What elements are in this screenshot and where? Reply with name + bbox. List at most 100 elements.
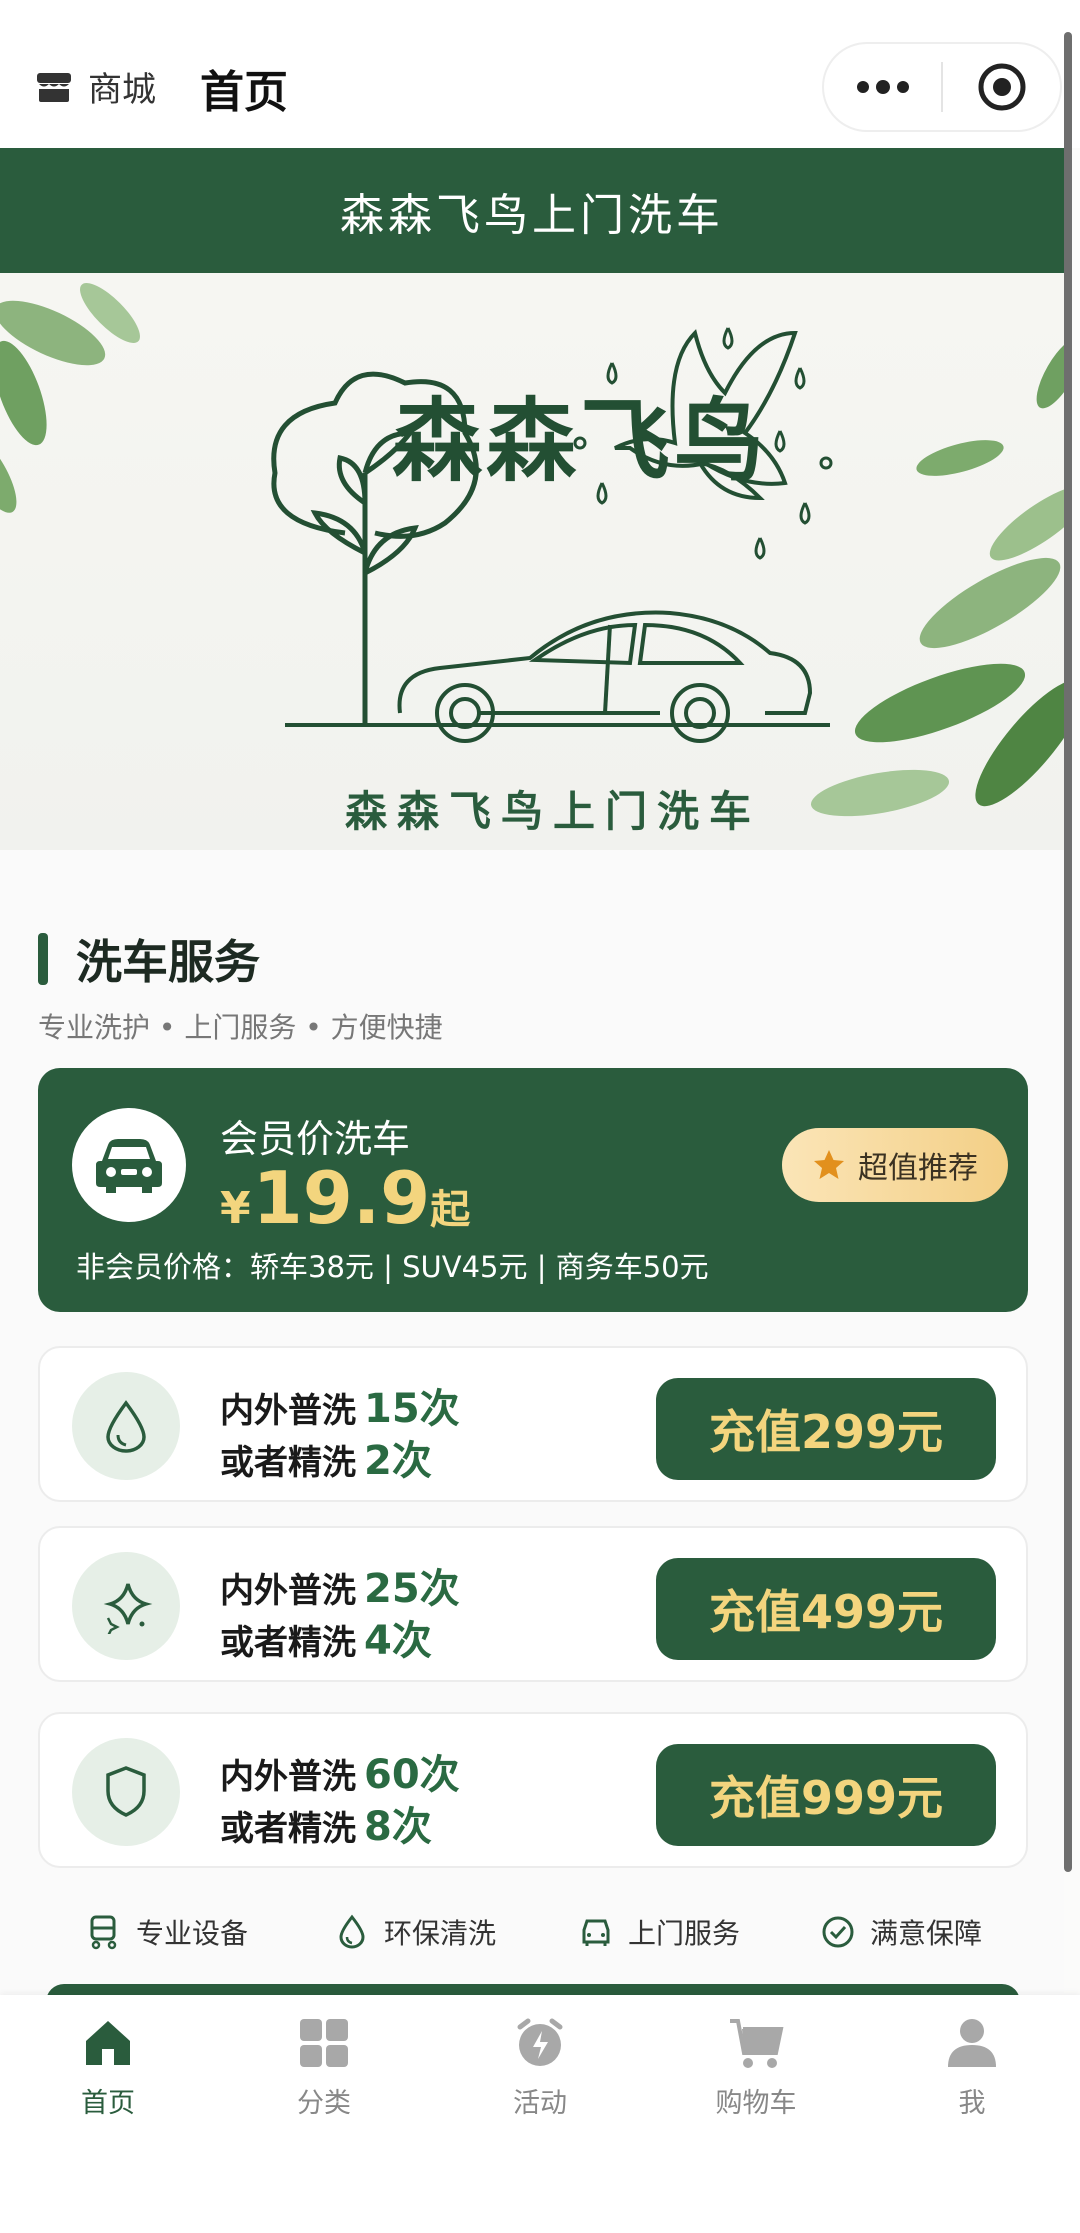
- plan-line-2: 或者精洗 8次: [220, 1794, 432, 1852]
- plan-icon-circle: [72, 1372, 180, 1480]
- car-icon: [582, 1919, 610, 1946]
- feature-label: 满意保障: [870, 1917, 983, 1950]
- hero-banner[interactable]: 森森飞鸟 森森飞鸟上门洗车: [0, 273, 1064, 850]
- hero-subtitle: 森森飞鸟上门洗车: [345, 787, 762, 836]
- feature-label: 专业设备: [136, 1917, 249, 1950]
- price-currency: ¥: [220, 1183, 251, 1234]
- home-icon: [86, 2021, 130, 2065]
- plan-icon-circle: [72, 1738, 180, 1846]
- user-icon: [948, 2019, 996, 2067]
- water-drop-icon: [339, 1914, 365, 1949]
- brand-bar-title: 森森飞鸟上门洗车: [340, 189, 724, 241]
- member-price: ¥ 19.9 起: [220, 1156, 470, 1240]
- feature-satisfaction: 满意保障: [820, 1912, 982, 1952]
- brand-bar: 森森飞鸟上门洗车: [0, 148, 1064, 273]
- section-subtitle: 专业洗护 • 上门服务 • 方便快捷: [38, 1011, 443, 1044]
- recharge-button-label: 充值499元: [708, 1585, 944, 1639]
- leaves-left-icon: [0, 283, 140, 513]
- tab-category[interactable]: 分类: [249, 2015, 399, 2120]
- member-price-card[interactable]: 会员价洗车 ¥ 19.9 起 超值推荐 非会员价格：轿车38元 | SUV45元…: [38, 1068, 1028, 1312]
- car-badge: [72, 1108, 186, 1222]
- plan-line-1: 内外普洗 25次: [220, 1556, 460, 1614]
- tab-me[interactable]: 我: [897, 2015, 1047, 2120]
- page: 商城 首页 森森飞鸟上门洗车 森森飞鸟 森森飞鸟上门洗车 洗车服务 专业洗护 •…: [0, 0, 1080, 2233]
- store-icon: [37, 72, 71, 102]
- price-value: 19.9: [252, 1156, 431, 1240]
- plan-line-2-label: 或者精洗: [220, 1443, 356, 1483]
- shield-icon: [106, 1766, 146, 1817]
- scrollbar[interactable]: [1064, 32, 1072, 1872]
- alarm-clock-icon: [517, 2018, 563, 2066]
- plan-line-1-label: 内外普洗: [220, 1757, 356, 1797]
- cart-icon: [730, 2019, 784, 2068]
- hero-illustration: [0, 283, 1064, 817]
- leaves-right-icon: [810, 337, 1064, 817]
- plan-line-2-label: 或者精洗: [220, 1809, 356, 1849]
- badge-label: 超值推荐: [858, 1151, 978, 1186]
- bottom-tab-bar: 首页 分类 活动 购物车 我: [0, 1995, 1080, 2233]
- recharge-button-label: 充值299元: [708, 1405, 944, 1459]
- equipment-icon: [90, 1915, 117, 1950]
- section-header: 洗车服务: [38, 926, 260, 992]
- recommend-badge: 超值推荐: [782, 1128, 1008, 1202]
- shop-link[interactable]: 商城: [34, 62, 156, 111]
- feature-label: 环保清洗: [384, 1917, 497, 1950]
- mini-program-capsule: [822, 42, 1062, 132]
- top-nav: 商城 首页: [0, 0, 1080, 148]
- member-title: 会员价洗车: [220, 1117, 411, 1161]
- tab-label: 首页: [81, 2088, 135, 2119]
- feature-home-service: 上门服务: [578, 1912, 740, 1952]
- plan-line-2-count: 4次: [364, 1618, 432, 1664]
- tab-label: 购物车: [715, 2088, 797, 2119]
- plan-line-1-label: 内外普洗: [220, 1391, 356, 1431]
- car-icon: [96, 1139, 162, 1193]
- plan-line-2-count: 8次: [364, 1804, 432, 1850]
- tab-home[interactable]: 首页: [33, 2015, 183, 2120]
- feature-label: 上门服务: [628, 1917, 741, 1950]
- plan-card-999: 内外普洗 60次 或者精洗 8次 充值999元: [38, 1712, 1028, 1868]
- sparkle-icon: [103, 1583, 153, 1634]
- plan-line-1: 内外普洗 15次: [220, 1376, 460, 1434]
- shop-label: 商城: [88, 70, 156, 110]
- target-icon: [978, 63, 1025, 111]
- close-miniprogram-button[interactable]: [943, 44, 1060, 130]
- recharge-button-label: 充值999元: [708, 1771, 944, 1825]
- plan-line-2-label: 或者精洗: [220, 1623, 356, 1663]
- plan-line-2-count: 2次: [364, 1438, 432, 1484]
- plan-card-499: 内外普洗 25次 或者精洗 4次 充值499元: [38, 1526, 1028, 1682]
- recharge-499-button[interactable]: 充值499元: [656, 1558, 996, 1660]
- feature-strip: 专业设备 环保清洗 上门服务 满意保障: [0, 1912, 1064, 1962]
- page-title: 首页: [200, 67, 288, 118]
- tab-label: 分类: [297, 2088, 351, 2119]
- tab-activity[interactable]: 活动: [465, 2015, 615, 2120]
- service-section: 洗车服务 专业洗护 • 上门服务 • 方便快捷 会员价洗车 ¥ 19.9 起 超…: [0, 850, 1064, 2014]
- star-icon: [814, 1150, 844, 1179]
- plan-line-1-count: 60次: [364, 1752, 460, 1798]
- plan-card-299: 内外普洗 15次 或者精洗 2次 充值299元: [38, 1346, 1028, 1502]
- category-icon: [300, 2019, 348, 2067]
- plan-line-1-label: 内外普洗: [220, 1571, 356, 1611]
- section-title: 洗车服务: [76, 935, 260, 989]
- recharge-999-button[interactable]: 充值999元: [656, 1744, 996, 1846]
- feature-equipment: 专业设备: [86, 1912, 248, 1952]
- tab-label: 活动: [513, 2088, 567, 2119]
- plan-line-1-count: 25次: [364, 1566, 460, 1612]
- water-drop-icon: [106, 1400, 146, 1453]
- recharge-299-button[interactable]: 充值299元: [656, 1378, 996, 1480]
- more-button[interactable]: [824, 44, 941, 130]
- plan-line-2: 或者精洗 4次: [220, 1608, 432, 1666]
- tab-label: 我: [958, 2088, 986, 2119]
- car-illustration-icon: [397, 610, 813, 743]
- check-circle-icon: [822, 1916, 854, 1948]
- plan-line-1: 内外普洗 60次: [220, 1742, 460, 1800]
- plan-line-2: 或者精洗 2次: [220, 1428, 432, 1486]
- price-suffix: 起: [430, 1187, 471, 1233]
- more-dots-icon: [856, 80, 909, 94]
- plan-line-1-count: 15次: [364, 1386, 460, 1432]
- feature-eco-wash: 环保清洗: [334, 1912, 496, 1952]
- hero-title: 森森飞鸟: [392, 389, 768, 494]
- non-member-price-note: 非会员价格：轿车38元 | SUV45元 | 商务车50元: [76, 1250, 709, 1284]
- tab-cart[interactable]: 购物车: [681, 2015, 831, 2120]
- section-accent-bar: [38, 933, 48, 985]
- plan-icon-circle: [72, 1552, 180, 1660]
